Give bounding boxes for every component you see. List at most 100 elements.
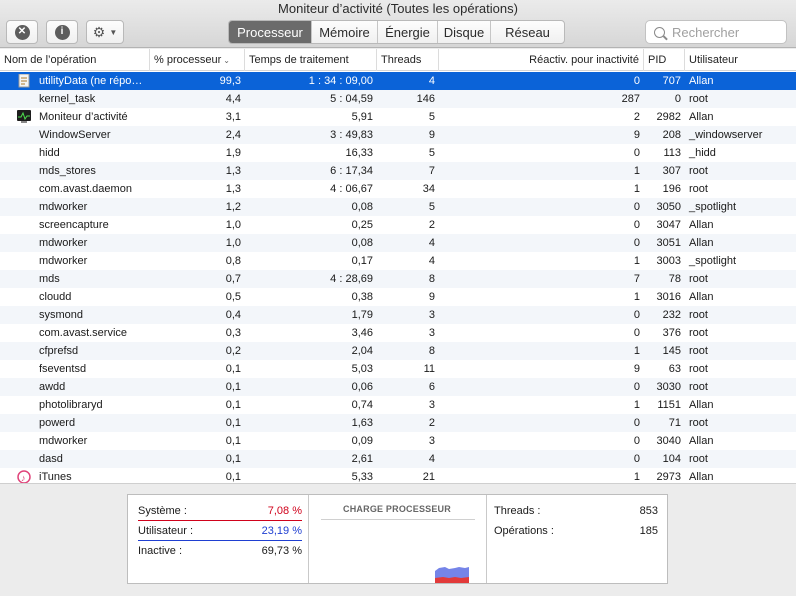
cell-pid: 1151 [657, 399, 681, 411]
divider [486, 495, 487, 583]
column-header-pid[interactable]: PID [644, 49, 685, 71]
cell-name: photolibraryd [39, 399, 103, 411]
table-row[interactable]: awdd 0,1 0,06 6 0 3030 root [0, 378, 796, 396]
stat-idle-value: 69,73 % [261, 545, 302, 557]
table-body: utilityData (ne répo… 99,3 1 : 34 : 09,00 4… [0, 72, 796, 483]
table-row[interactable]: mds 0,7 4 : 28,69 8 7 78 root [0, 270, 796, 288]
table-row[interactable]: mdworker 1,2 0,08 5 0 3050 _spotlight [0, 198, 796, 216]
cell-cpu: 0,3 [225, 327, 241, 339]
process-table[interactable]: Nom de l’opération % processeur ⌄ Temps d… [0, 49, 796, 483]
tab-energie[interactable]: Énergie [377, 21, 437, 43]
cell-pid: 78 [668, 273, 681, 285]
activity-monitor-icon [17, 110, 32, 124]
cell-pid: 2982 [656, 111, 681, 123]
tab-disque[interactable]: Disque [437, 21, 490, 43]
cell-pid: 145 [662, 345, 681, 357]
cpu-load-chart-title: CHARGE PROCESSEUR [343, 504, 451, 514]
cell-user: root [689, 183, 708, 195]
table-row[interactable]: dasd 0,1 2,61 4 0 104 root [0, 450, 796, 468]
cell-cpu: 0,8 [225, 255, 241, 267]
stat-system: Système : 7,08 % [138, 501, 302, 521]
cell-user: root [689, 381, 708, 393]
table-row[interactable]: mdworker 1,0 0,08 4 0 3051 Allan [0, 234, 796, 252]
table-row[interactable]: Moniteur d’activité 3,1 5,91 5 2 2982 Allan [0, 108, 796, 126]
cell-threads: 4 [428, 237, 435, 249]
cell-time: 0,25 [351, 219, 373, 231]
stat-processes-value: 185 [639, 525, 658, 537]
tab-processeur[interactable]: Processeur [229, 21, 311, 43]
cell-time: 5,33 [351, 471, 373, 483]
column-header-cpu[interactable]: % processeur ⌄ [150, 49, 245, 71]
cell-time: 3 : 49,83 [330, 129, 373, 141]
cell-cpu: 1,3 [225, 165, 241, 177]
search-placeholder: Rechercher [672, 24, 740, 40]
column-header-threads[interactable]: Threads [377, 49, 439, 71]
itunes-icon: ♪ [17, 470, 32, 483]
cell-cpu: 0,4 [225, 309, 241, 321]
table-row[interactable]: mdworker 0,8 0,17 4 1 3003 _spotlight [0, 252, 796, 270]
cell-wakeups: 0 [633, 201, 640, 213]
cell-time: 1,63 [351, 417, 373, 429]
document-icon [17, 73, 32, 88]
cell-name: WindowServer [39, 129, 111, 141]
cell-pid: 208 [662, 129, 681, 141]
cell-user: Allan [689, 471, 714, 483]
table-row[interactable]: fseventsd 0,1 5,03 11 9 63 root [0, 360, 796, 378]
column-header-name[interactable]: Nom de l’opération [0, 49, 150, 71]
table-row[interactable]: powerd 0,1 1,63 2 0 71 root [0, 414, 796, 432]
cell-threads: 7 [428, 165, 435, 177]
table-row[interactable]: com.avast.daemon 1,3 4 : 06,67 34 1 196 root [0, 180, 796, 198]
stat-user-label: Utilisateur : [138, 525, 194, 537]
column-header-cpu-label: % processeur [154, 54, 222, 66]
cell-time: 5,91 [351, 111, 373, 123]
cpu-load-chart [435, 567, 469, 583]
cell-name: sysmond [39, 309, 84, 321]
table-row[interactable]: photolibraryd 0,1 0,74 3 1 1151 Allan [0, 396, 796, 414]
cell-threads: 5 [428, 111, 435, 123]
cell-name: utilityData (ne répo… [39, 75, 143, 87]
table-row[interactable]: utilityData (ne répo… 99,3 1 : 34 : 09,00 4… [0, 72, 796, 90]
inspect-process-button[interactable]: i [46, 20, 78, 44]
cell-cpu: 0,1 [225, 363, 241, 375]
cell-threads: 3 [428, 435, 435, 447]
cell-name: Moniteur d’activité [39, 111, 128, 123]
table-row[interactable]: sysmond 0,4 1,79 3 0 232 root [0, 306, 796, 324]
cell-pid: 3051 [656, 237, 681, 249]
cell-threads: 146 [416, 93, 435, 105]
tab-memoire[interactable]: Mémoire [311, 21, 377, 43]
cell-user: root [689, 273, 708, 285]
stat-threads-value: 853 [639, 505, 658, 517]
table-row[interactable]: hidd 1,9 16,33 5 0 113 _hidd [0, 144, 796, 162]
stat-threads: Threads : 853 [494, 501, 658, 521]
search-field[interactable]: Rechercher [645, 20, 787, 44]
cell-pid: 707 [662, 75, 681, 87]
stop-process-button[interactable]: ✕ [6, 20, 38, 44]
table-row[interactable]: mdworker 0,1 0,09 3 0 3040 Allan [0, 432, 796, 450]
action-menu-button[interactable]: ⚙ ▼ [86, 20, 124, 44]
table-row[interactable]: mds_stores 1,3 6 : 17,34 7 1 307 root [0, 162, 796, 180]
column-header-user[interactable]: Utilisateur [685, 49, 796, 71]
cell-threads: 8 [428, 345, 435, 357]
cell-threads: 3 [428, 327, 435, 339]
cell-time: 0,08 [351, 201, 373, 213]
column-header-wakeups[interactable]: Réactiv. pour inactivité [439, 49, 644, 71]
column-header-time[interactable]: Temps de traitement [245, 49, 377, 71]
cell-threads: 21 [422, 471, 435, 483]
cell-name: iTunes [39, 471, 72, 483]
stat-idle: Inactive : 69,73 % [138, 541, 302, 561]
table-row[interactable]: com.avast.service 0,3 3,46 3 0 376 root [0, 324, 796, 342]
table-row[interactable]: WindowServer 2,4 3 : 49,83 9 9 208 _windowserv… [0, 126, 796, 144]
cell-user: root [689, 93, 708, 105]
tab-reseau[interactable]: Réseau [490, 21, 564, 43]
cell-wakeups: 1 [633, 165, 640, 177]
table-row[interactable]: cloudd 0,5 0,38 9 1 3016 Allan [0, 288, 796, 306]
cell-wakeups: 0 [633, 75, 640, 87]
cell-cpu: 0,7 [225, 273, 241, 285]
cell-name: mdworker [39, 201, 88, 213]
table-row[interactable]: screencapture 1,0 0,25 2 0 3047 Allan [0, 216, 796, 234]
cell-wakeups: 0 [633, 435, 640, 447]
table-row[interactable]: kernel_task 4,4 5 : 04,59 146 287 0 root [0, 90, 796, 108]
table-row[interactable]: ♪ iTunes 0,1 5,33 21 1 2973 Allan [0, 468, 796, 483]
cell-cpu: 0,1 [225, 381, 241, 393]
table-row[interactable]: cfprefsd 0,2 2,04 8 1 145 root [0, 342, 796, 360]
